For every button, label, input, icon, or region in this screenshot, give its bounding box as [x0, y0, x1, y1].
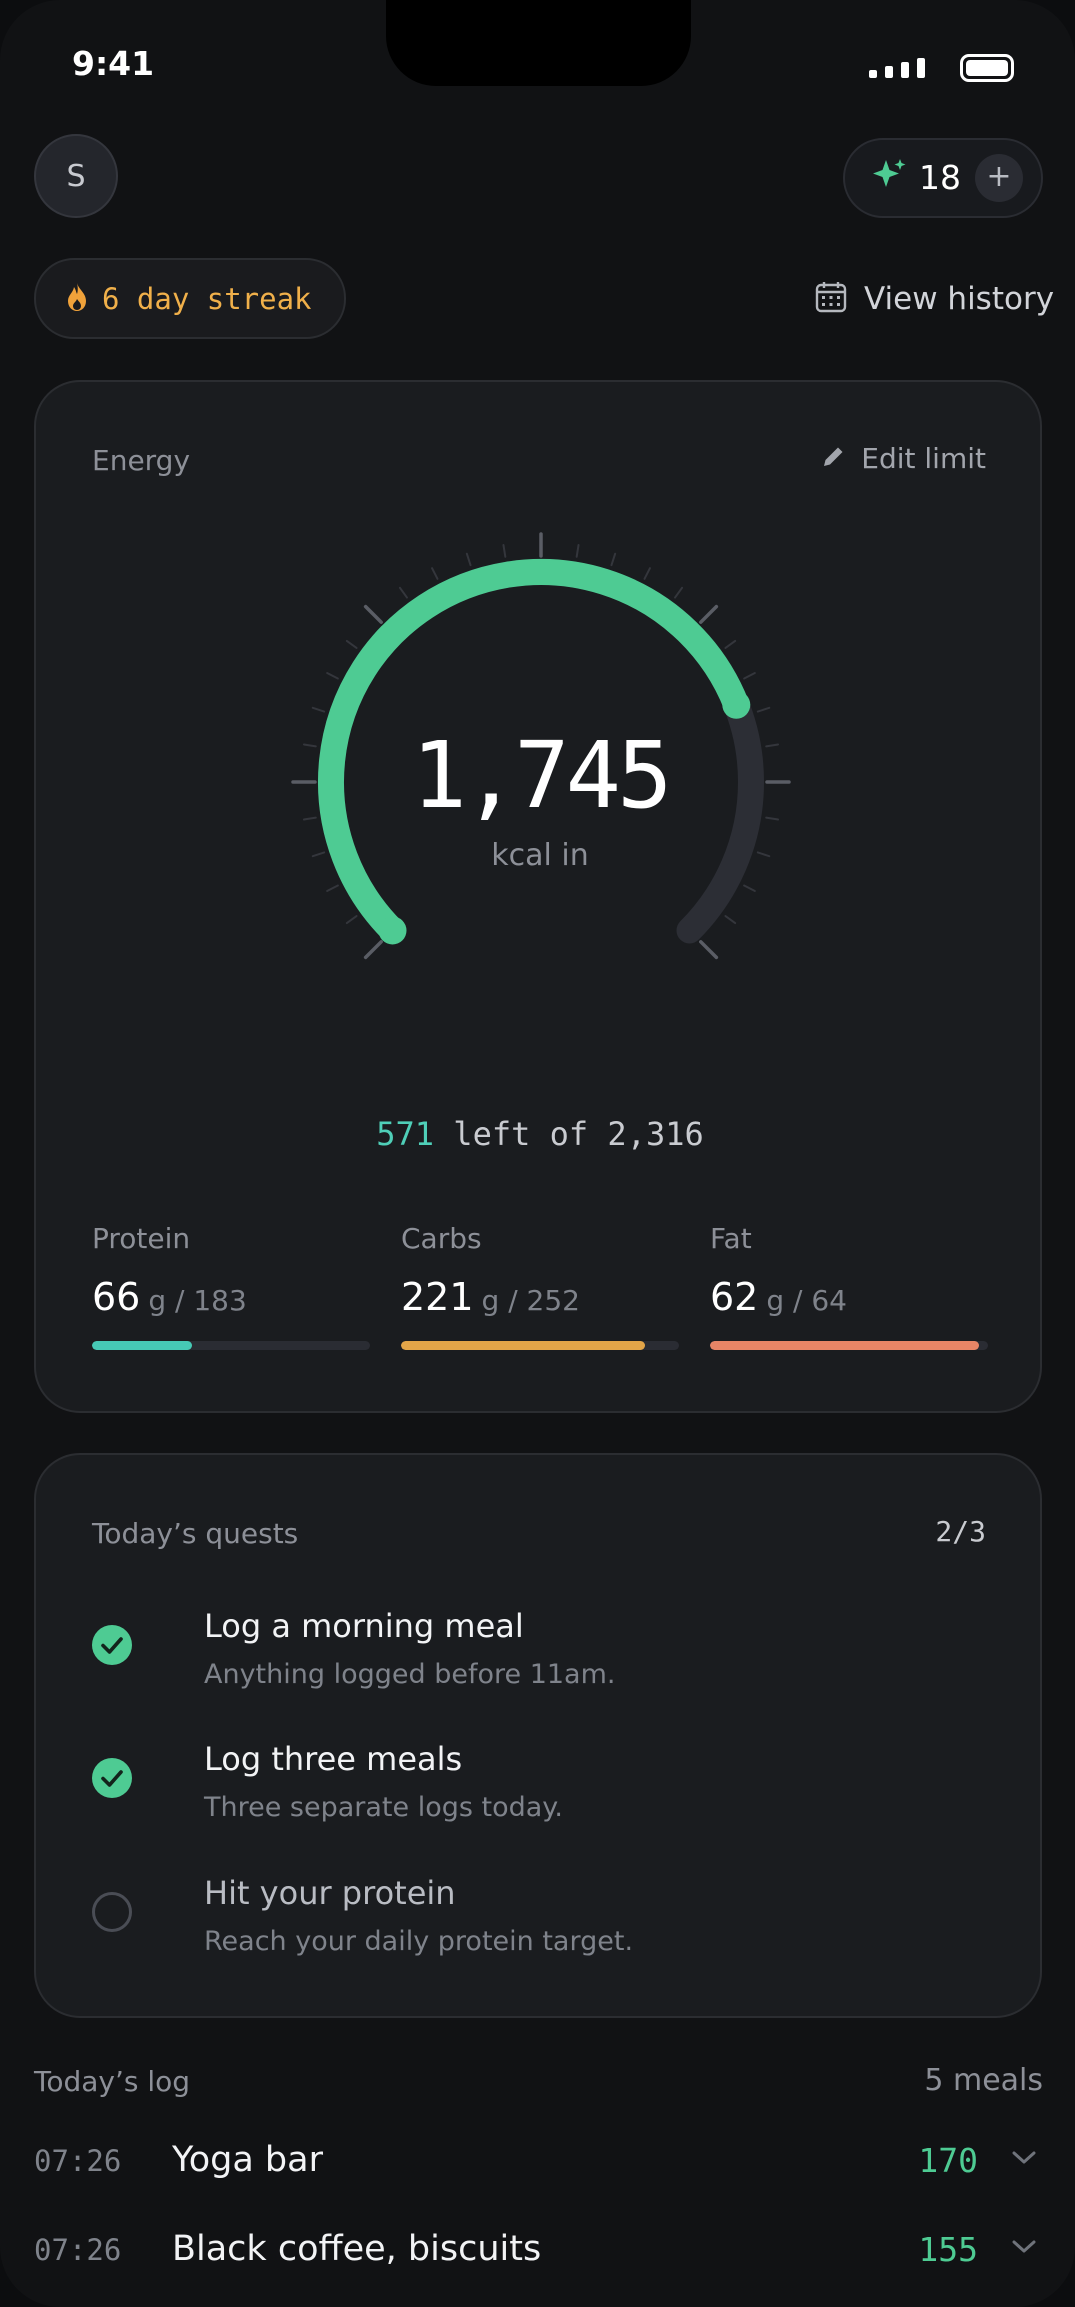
streak-badge[interactable]: 6 day streak: [34, 258, 346, 339]
view-history-button[interactable]: View history: [814, 280, 1054, 318]
macro-progress-bar: [401, 1341, 679, 1350]
quest-subtitle: Reach your daily protein target.: [204, 1926, 634, 1957]
gauge-minor-tick: [311, 706, 326, 713]
sparkle-icon: [869, 156, 909, 200]
gauge-minor-tick: [610, 552, 617, 567]
macro-progress-fill: [92, 1341, 193, 1350]
energy-title: Energy: [92, 444, 191, 477]
gauge-minor-tick: [345, 915, 358, 925]
calories-unit: kcal in: [491, 838, 589, 873]
log-kcal: 170: [918, 2141, 978, 2180]
quests-card: Today’s quests 2/3 Log a morning meal An…: [34, 1453, 1042, 2018]
macro-name: Protein: [92, 1222, 191, 1255]
gauge-minor-tick: [643, 567, 651, 580]
camera-notch: [386, 0, 691, 86]
calendar-icon: [814, 280, 848, 318]
macro-name: Carbs: [401, 1222, 482, 1255]
check-icon: [92, 1625, 132, 1665]
quest-title: Hit your protein: [204, 1874, 456, 1912]
calories-remaining: 571 left of 2,316: [36, 1115, 1044, 1153]
macro-carbs: Carbs 221 g / 252: [401, 1222, 679, 1350]
log-meal-name: Black coffee, biscuits: [172, 2229, 542, 2269]
quest-subtitle: Anything logged before 11am.: [204, 1659, 616, 1690]
macro-target: g / 252: [481, 1284, 580, 1317]
log-time: 07:26: [34, 2144, 122, 2178]
log-time: 07:26: [34, 2233, 122, 2267]
log-meal-name: Yoga bar: [172, 2140, 323, 2180]
remaining-text: left of 2,316: [453, 1115, 704, 1153]
gauge-minor-tick: [431, 567, 439, 580]
gauge-minor-tick: [724, 915, 737, 925]
macro-progress-fill: [710, 1341, 980, 1350]
gauge-minor-tick: [756, 706, 771, 713]
quests-progress-count: 2/3: [935, 1515, 986, 1548]
edit-limit-label: Edit limit: [861, 442, 986, 475]
avatar[interactable]: S: [34, 134, 118, 218]
log-kcal: 155: [918, 2230, 978, 2269]
streak-label: 6 day streak: [102, 281, 312, 316]
pencil-icon: [819, 443, 847, 475]
gauge-minor-tick: [575, 543, 580, 558]
macro-progress-bar: [92, 1341, 370, 1350]
quest-title: Log three meals: [204, 1740, 463, 1778]
battery-icon: [960, 54, 1014, 82]
credits-count: 18: [919, 158, 961, 197]
log-title: Today’s log: [34, 2065, 191, 2098]
signal-icon: [869, 58, 925, 78]
credits-pill[interactable]: 18 +: [843, 138, 1043, 218]
gauge-major-tick: [363, 604, 383, 624]
status-time: 9:41: [72, 44, 155, 83]
quest-subtitle: Three separate logs today.: [204, 1792, 564, 1823]
gauge-major-tick: [363, 940, 383, 960]
chevron-down-icon[interactable]: [1010, 2237, 1038, 2261]
chevron-down-icon[interactable]: [1010, 2148, 1038, 2172]
check-icon: [92, 1758, 132, 1798]
gauge-minor-tick: [502, 543, 507, 558]
gauge-minor-tick: [345, 639, 358, 649]
macro-progress-fill: [401, 1341, 645, 1350]
calories-consumed: 1,745: [411, 722, 673, 829]
add-credits-button[interactable]: +: [975, 154, 1023, 202]
macro-target: g / 183: [148, 1284, 247, 1317]
macro-value: 62: [710, 1275, 759, 1319]
gauge-start-dot: [378, 916, 407, 945]
flame-icon: [64, 281, 90, 317]
macro-value: 66: [92, 1275, 141, 1319]
log-meal-count: 5 meals: [924, 2063, 1043, 2098]
macro-value: 221: [401, 1275, 474, 1319]
gauge-end-dot: [722, 690, 751, 719]
gauge-minor-tick: [743, 884, 756, 892]
log-row[interactable]: 07:26 Yoga bar 170: [34, 2128, 1044, 2198]
remaining-value: 571: [376, 1115, 435, 1153]
quest-title: Log a morning meal: [204, 1607, 524, 1645]
edit-limit-button[interactable]: Edit limit: [819, 442, 986, 475]
macro-target: g / 64: [766, 1284, 847, 1317]
phone-screen: 9:41 S 18 + 6 day streak View history En…: [0, 0, 1075, 2307]
gauge-minor-tick: [674, 586, 684, 599]
macro-fat: Fat 62 g / 64: [710, 1222, 988, 1350]
view-history-label: View history: [864, 281, 1055, 317]
gauge-minor-tick: [743, 672, 756, 680]
log-row[interactable]: 07:26 Black coffee, biscuits 155: [34, 2217, 1044, 2287]
macro-protein: Protein 66 g / 183: [92, 1222, 370, 1350]
empty-circle-icon: [92, 1892, 132, 1932]
gauge-minor-tick: [724, 639, 737, 649]
quests-title: Today’s quests: [92, 1517, 299, 1550]
gauge-minor-tick: [398, 586, 408, 599]
gauge-major-tick: [699, 604, 719, 624]
macro-name: Fat: [710, 1222, 752, 1255]
energy-card: Energy Edit limit 1,745 kcal in 571 left…: [34, 380, 1042, 1413]
gauge-minor-tick: [326, 672, 339, 680]
gauge-minor-tick: [326, 884, 339, 892]
gauge-major-tick: [699, 940, 719, 960]
macro-progress-bar: [710, 1341, 988, 1350]
gauge-minor-tick: [465, 552, 472, 567]
